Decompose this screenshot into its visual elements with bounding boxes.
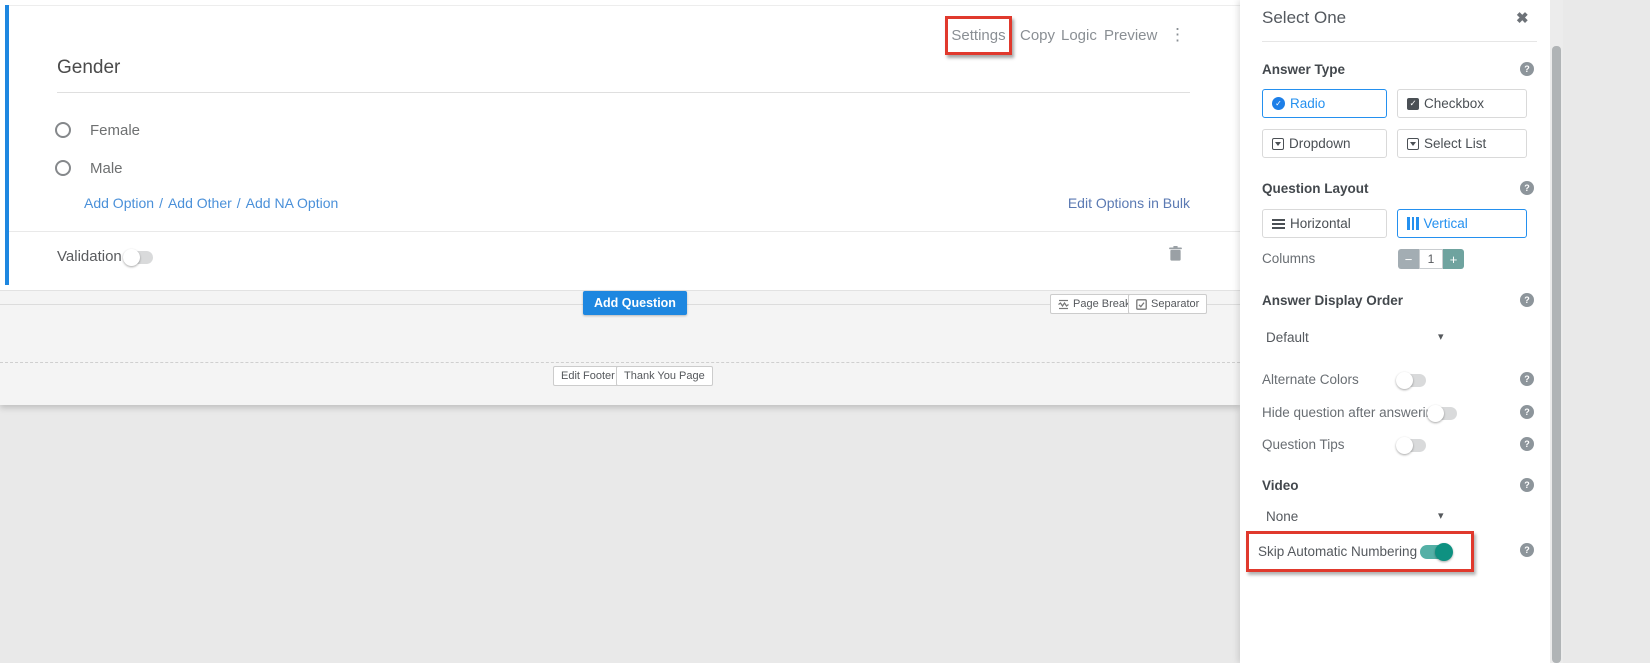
help-icon[interactable]: ?	[1520, 62, 1534, 76]
settings-highlight-box: Settings	[945, 16, 1012, 55]
hide-question-label: Hide question after answering	[1262, 405, 1441, 420]
validation-toggle[interactable]	[124, 251, 153, 264]
question-settings-panel: Select One ✖ Answer Type ? ✓ Radio ✓ Che…	[1240, 0, 1550, 663]
add-option-link[interactable]: Add Option	[84, 195, 154, 211]
copy-button[interactable]: Copy	[1020, 27, 1055, 44]
columns-decrement-button[interactable]: −	[1398, 249, 1419, 269]
toggle-knob	[1435, 543, 1453, 561]
card-top-border	[5, 5, 1240, 6]
answer-type-select-list-button[interactable]: Select List	[1397, 129, 1527, 158]
checkbox-icon: ✓	[1407, 98, 1419, 110]
hide-question-toggle[interactable]	[1428, 407, 1457, 420]
add-question-button[interactable]: Add Question	[583, 291, 687, 315]
question-title-underline	[57, 92, 1190, 93]
settings-button[interactable]: Settings	[951, 27, 1005, 44]
question-canvas: Settings Copy Logic Preview ⋮ Gender Fem…	[0, 0, 1240, 405]
scrollbar-thumb[interactable]	[1552, 46, 1561, 663]
toggle-knob	[1396, 437, 1413, 454]
card-divider	[9, 231, 1240, 232]
columns-value-input[interactable]: 1	[1419, 249, 1443, 269]
delete-question-button[interactable]	[1169, 246, 1182, 266]
preview-button[interactable]: Preview	[1104, 27, 1157, 44]
toggle-knob	[1396, 372, 1413, 389]
close-icon[interactable]: ✖	[1516, 9, 1529, 27]
alternate-colors-label: Alternate Colors	[1262, 372, 1359, 387]
skip-automatic-numbering-label: Skip Automatic Numbering	[1258, 544, 1417, 559]
panel-divider	[1262, 41, 1537, 42]
radio-option-male[interactable]	[55, 160, 71, 176]
answer-type-option-label: Select List	[1424, 136, 1486, 151]
help-icon[interactable]: ?	[1520, 372, 1534, 386]
vertical-bars-icon	[1407, 217, 1419, 230]
help-icon[interactable]: ?	[1520, 181, 1534, 195]
answer-type-option-label: Checkbox	[1424, 96, 1484, 111]
thank-you-page-label: Thank You Page	[624, 370, 705, 382]
add-other-link[interactable]: Add Other	[168, 195, 232, 211]
panel-title: Select One	[1262, 8, 1346, 28]
skip-automatic-numbering-toggle[interactable]	[1420, 545, 1451, 559]
chevron-down-icon[interactable]: ▾	[1438, 330, 1444, 343]
skip-numbering-highlight-box: Skip Automatic Numbering	[1246, 531, 1474, 572]
question-tips-toggle[interactable]	[1397, 439, 1426, 452]
answer-type-checkbox-button[interactable]: ✓ Checkbox	[1397, 89, 1527, 118]
horizontal-lines-icon	[1272, 219, 1285, 229]
help-icon[interactable]: ?	[1520, 478, 1534, 492]
help-icon[interactable]: ?	[1520, 437, 1534, 451]
question-layout-label: Question Layout	[1262, 181, 1369, 196]
help-icon[interactable]: ?	[1520, 405, 1534, 419]
select-list-icon	[1407, 138, 1419, 150]
link-separator: /	[237, 195, 241, 211]
columns-label: Columns	[1262, 251, 1315, 266]
page-break-button[interactable]: Page Break	[1050, 294, 1138, 314]
alternate-colors-toggle[interactable]	[1397, 374, 1426, 387]
help-icon[interactable]: ?	[1520, 293, 1534, 307]
layout-option-label: Horizontal	[1290, 216, 1351, 231]
edit-footer-label: Edit Footer	[561, 370, 615, 382]
more-options-icon[interactable]: ⋮	[1169, 25, 1186, 45]
edit-footer-button[interactable]: Edit Footer	[553, 366, 623, 386]
thank-you-page-button[interactable]: Thank You Page	[616, 366, 713, 386]
answer-type-radio-button[interactable]: ✓ Radio	[1262, 89, 1387, 118]
active-question-accent-bar	[5, 5, 9, 285]
separator-button[interactable]: Separator	[1128, 294, 1207, 314]
help-icon[interactable]: ?	[1520, 543, 1534, 557]
answer-type-dropdown-button[interactable]: Dropdown	[1262, 129, 1387, 158]
page-break-label: Page Break	[1073, 298, 1130, 310]
layout-vertical-button[interactable]: Vertical	[1397, 209, 1527, 238]
page-break-icon	[1058, 299, 1069, 310]
chevron-down-icon[interactable]: ▾	[1438, 509, 1444, 522]
question-title-input[interactable]: Gender	[57, 57, 120, 79]
answer-type-option-label: Radio	[1290, 96, 1325, 111]
footer-dashed-divider	[0, 362, 1240, 363]
add-na-option-link[interactable]: Add NA Option	[246, 195, 339, 211]
edit-options-in-bulk-link[interactable]: Edit Options in Bulk	[1068, 195, 1190, 211]
option-links-row: Add Option / Add Other / Add NA Option	[84, 195, 338, 211]
toggle-knob	[1427, 405, 1444, 422]
radio-option-female[interactable]	[55, 122, 71, 138]
answer-type-label: Answer Type	[1262, 62, 1345, 77]
video-label: Video	[1262, 478, 1299, 493]
question-tips-label: Question Tips	[1262, 437, 1345, 452]
layout-horizontal-button[interactable]: Horizontal	[1262, 209, 1387, 238]
link-separator: /	[159, 195, 163, 211]
separator-label: Separator	[1151, 298, 1199, 310]
answer-display-order-label: Answer Display Order	[1262, 293, 1403, 308]
answer-type-option-label: Dropdown	[1289, 136, 1351, 151]
validation-label: Validation	[57, 248, 122, 265]
radio-check-icon: ✓	[1272, 97, 1285, 110]
columns-increment-button[interactable]: +	[1443, 249, 1464, 269]
option-label[interactable]: Male	[90, 160, 123, 177]
toggle-knob	[123, 249, 140, 266]
logic-button[interactable]: Logic	[1061, 27, 1097, 44]
option-label[interactable]: Female	[90, 122, 140, 139]
answer-display-order-select[interactable]: Default	[1266, 330, 1309, 345]
video-select[interactable]: None	[1266, 509, 1298, 524]
trash-icon	[1169, 246, 1182, 261]
dropdown-icon	[1272, 138, 1284, 150]
layout-option-label: Vertical	[1424, 216, 1468, 231]
separator-icon	[1136, 299, 1147, 310]
